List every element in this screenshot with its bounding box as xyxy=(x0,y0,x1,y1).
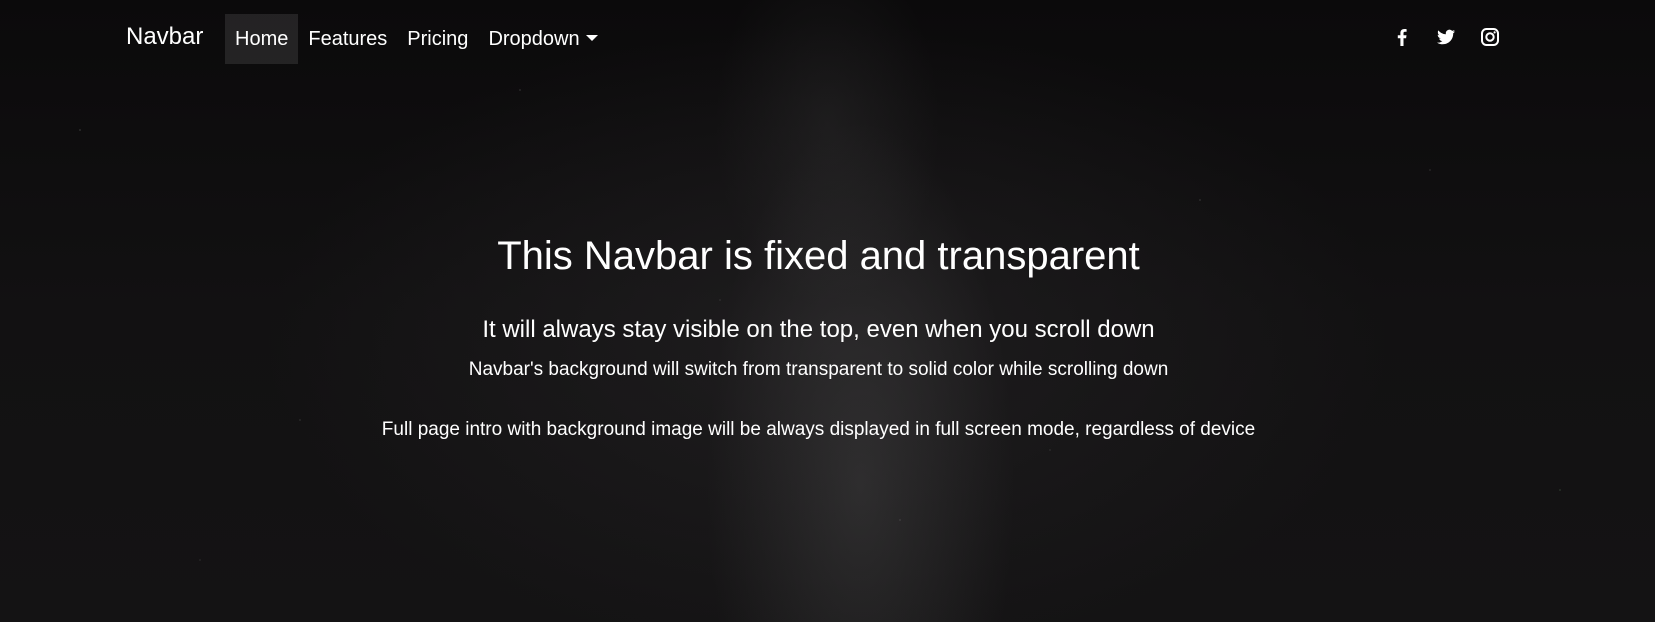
nav-links: Home Features Pricing Dropdown xyxy=(225,14,608,64)
facebook-icon xyxy=(1397,29,1407,46)
instagram-icon xyxy=(1481,28,1499,46)
social-links xyxy=(1390,25,1522,49)
nav-link-dropdown[interactable]: Dropdown xyxy=(478,14,607,64)
caret-down-icon xyxy=(585,34,598,41)
facebook-link[interactable] xyxy=(1390,25,1414,49)
twitter-icon xyxy=(1437,29,1455,45)
hero-text-line-1: Navbar's background will switch from tra… xyxy=(468,359,1169,380)
hero-text-line-2: Full page intro with background image wi… xyxy=(381,419,1256,440)
navbar-brand[interactable]: Navbar xyxy=(126,22,203,52)
hero-title: This Navbar is fixed and transparent xyxy=(497,234,1140,278)
nav-link-home[interactable]: Home xyxy=(225,14,299,64)
nav-link-pricing[interactable]: Pricing xyxy=(397,14,478,64)
twitter-link[interactable] xyxy=(1434,25,1458,49)
nav-link-dropdown-label: Dropdown xyxy=(488,28,580,50)
nav-link-features[interactable]: Features xyxy=(298,14,397,64)
navbar: Navbar Home Features Pricing Dropdown xyxy=(0,0,1655,77)
hero-intro: This Navbar is fixed and transparent It … xyxy=(0,0,1655,622)
instagram-link[interactable] xyxy=(1478,25,1502,49)
hero-subtitle: It will always stay visible on the top, … xyxy=(482,316,1155,343)
